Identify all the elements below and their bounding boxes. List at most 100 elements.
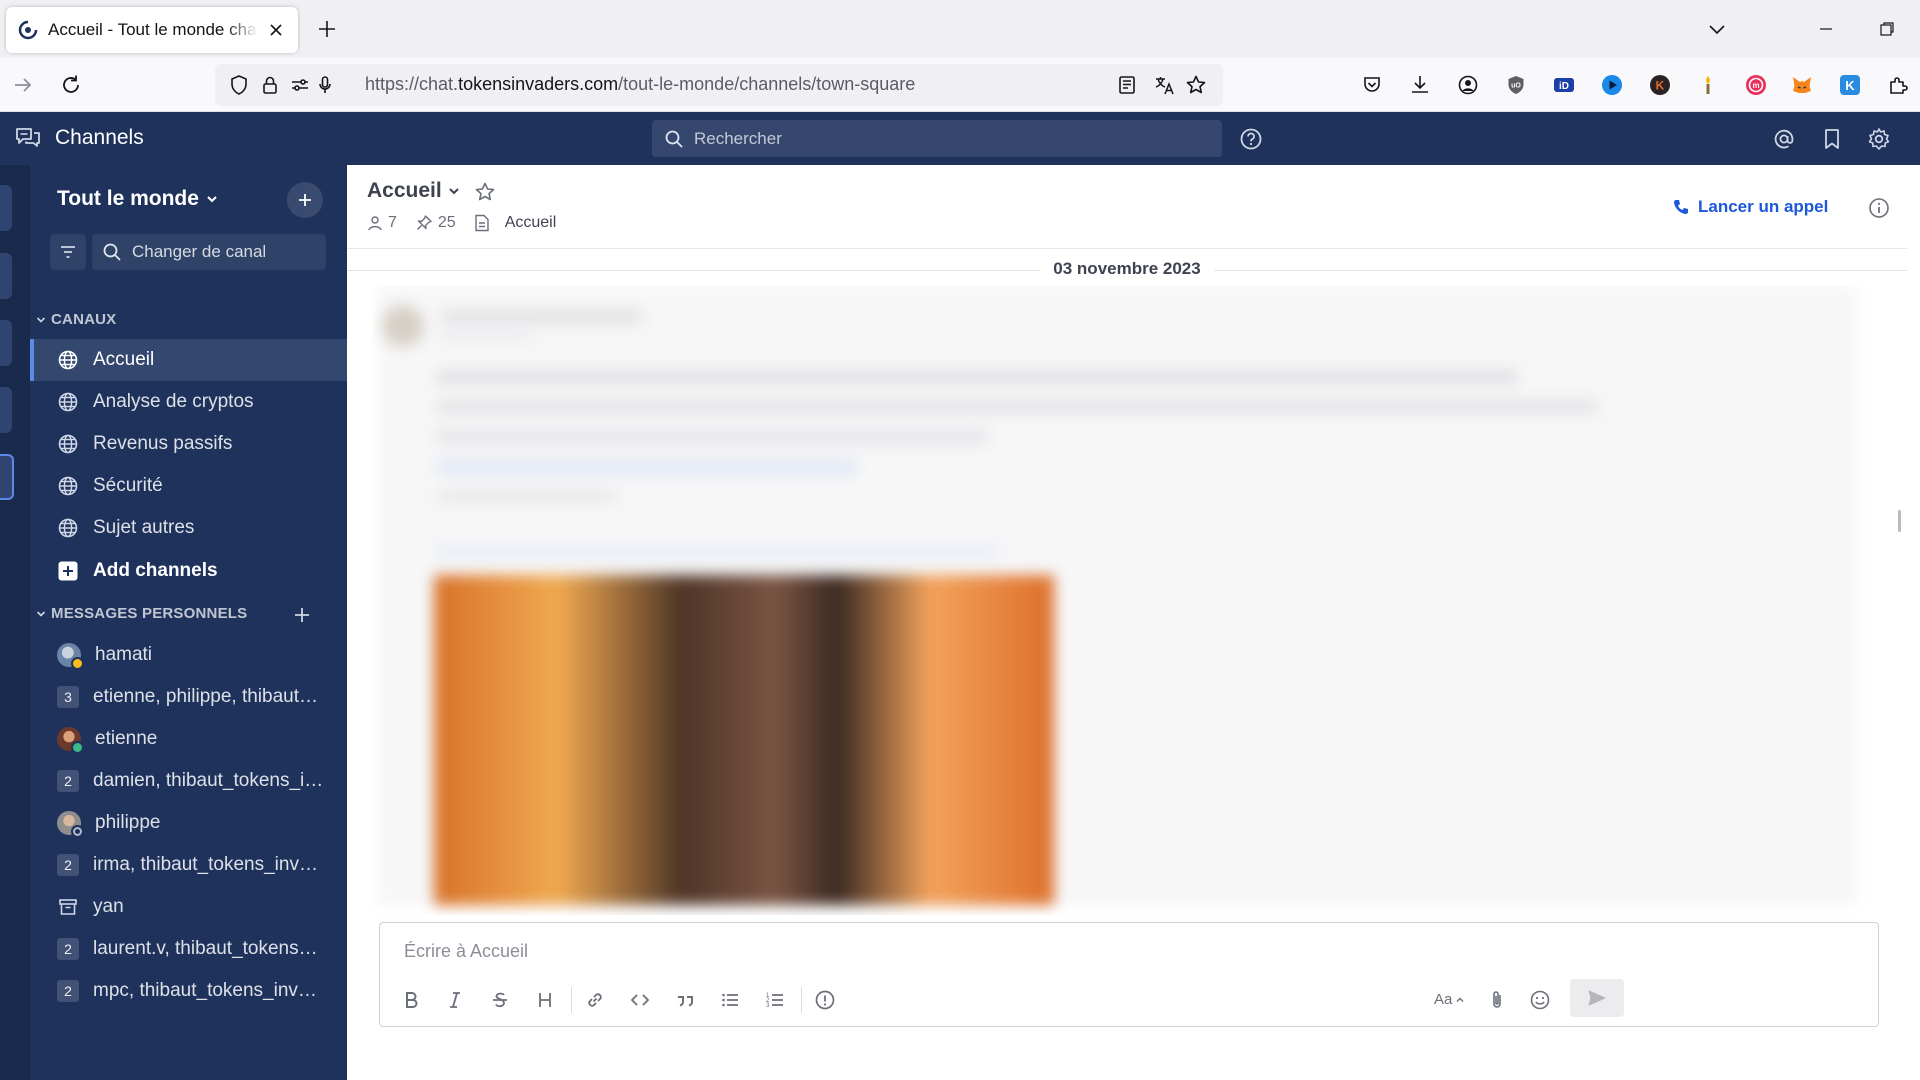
channel-switcher-button[interactable]: Changer de canal: [92, 234, 326, 270]
numbered-list-icon[interactable]: 123: [764, 989, 786, 1011]
app-header: Channels Rechercher: [0, 112, 1920, 165]
add-channel-button[interactable]: [287, 182, 323, 218]
mentions-at-icon[interactable]: [1771, 126, 1797, 152]
chevron-down-icon: [207, 196, 217, 203]
member-count-button[interactable]: 7: [367, 214, 397, 232]
plus-square-icon: [58, 561, 78, 581]
priority-info-icon[interactable]: [814, 989, 836, 1011]
channel-info-icon[interactable]: [1867, 196, 1891, 220]
dm-group-item[interactable]: 2 damien, thibaut_tokens_invaders: [30, 760, 347, 802]
close-tab-icon[interactable]: [266, 20, 286, 40]
channel-title-menu[interactable]: Accueil: [367, 179, 461, 203]
help-icon[interactable]: [1238, 126, 1264, 152]
code-icon[interactable]: [629, 989, 651, 1011]
quote-icon[interactable]: [674, 989, 696, 1011]
send-button[interactable]: [1570, 979, 1624, 1017]
global-search-input[interactable]: Rechercher: [652, 120, 1222, 157]
dm-group-item[interactable]: 2 irma, thibaut_tokens_invaders: [30, 844, 347, 886]
pinned-count-button[interactable]: 25: [415, 214, 456, 232]
lock-icon[interactable]: [258, 73, 282, 97]
dm-item-yan[interactable]: yan: [30, 886, 347, 928]
forward-arrow-icon[interactable]: [11, 73, 35, 97]
scrollbar-thumb[interactable]: [1898, 510, 1901, 532]
url-bar[interactable]: https://chat.tokensinvaders.com/tout-le-…: [215, 64, 1223, 106]
group-member-count-badge: 2: [57, 770, 79, 792]
sidebar-item-revenus-passifs[interactable]: Revenus passifs: [30, 423, 347, 465]
metamask-fox-icon[interactable]: [1790, 73, 1814, 97]
ublock-extension-icon[interactable]: uO: [1504, 73, 1528, 97]
team-tile[interactable]: [0, 387, 12, 433]
product-chat-icon[interactable]: [14, 126, 42, 150]
account-icon[interactable]: [1456, 73, 1480, 97]
globe-icon: [58, 518, 78, 538]
emoji-smiley-icon[interactable]: [1529, 989, 1551, 1011]
team-tile[interactable]: [0, 185, 12, 231]
dm-group-item[interactable]: 2 mpc, thibaut_tokens_invaders: [30, 970, 347, 1012]
channel-switcher-label: Changer de canal: [132, 242, 267, 261]
toolbar-divider: [571, 987, 572, 1013]
microphone-icon[interactable]: [313, 73, 337, 97]
list-tabs-chevron-icon[interactable]: [1705, 17, 1729, 41]
reader-view-icon[interactable]: [1115, 73, 1139, 97]
sidebar-item-securite[interactable]: Sécurité: [30, 465, 347, 507]
add-channels-button[interactable]: Add channels: [30, 550, 347, 592]
unread-filter-button[interactable]: [50, 234, 86, 270]
globe-icon: [58, 434, 78, 454]
link-icon[interactable]: [584, 989, 606, 1011]
sidebar-item-analyse-de-cryptos[interactable]: Analyse de cryptos: [30, 381, 347, 423]
play-extension-icon[interactable]: [1600, 73, 1624, 97]
k-extension-icon[interactable]: K: [1648, 73, 1672, 97]
italic-icon[interactable]: [444, 989, 466, 1011]
attachment-paperclip-icon[interactable]: [1486, 989, 1508, 1011]
strikethrough-icon[interactable]: [489, 989, 511, 1011]
member-icon: [368, 216, 382, 231]
channels-section-header[interactable]: CANAUX: [36, 311, 116, 328]
torch-extension-icon[interactable]: [1696, 73, 1720, 97]
settings-gear-icon[interactable]: [1866, 126, 1892, 152]
tracking-shield-icon[interactable]: [227, 73, 251, 97]
saved-bookmark-icon[interactable]: [1819, 126, 1845, 152]
dm-item-hamati[interactable]: hamati: [30, 634, 347, 676]
channel-files-icon[interactable]: [474, 214, 495, 232]
permissions-icon[interactable]: [288, 73, 312, 97]
k-blue-extension-icon[interactable]: K: [1838, 73, 1862, 97]
sidebar-item-sujet-autres[interactable]: Sujet autres: [30, 507, 347, 549]
avatar: [57, 727, 84, 754]
team-tile[interactable]: [0, 253, 12, 299]
formatting-toggle-button[interactable]: Aa: [1434, 991, 1465, 1008]
reload-icon[interactable]: [59, 73, 83, 97]
extensions-puzzle-icon[interactable]: [1886, 73, 1910, 97]
dm-item-philippe[interactable]: philippe: [30, 802, 347, 844]
browser-tab[interactable]: Accueil - Tout le monde chat.tokensinvad…: [6, 7, 298, 53]
restore-window-icon[interactable]: [1876, 18, 1898, 40]
sidebar-item-accueil[interactable]: Accueil: [30, 339, 347, 381]
pocket-icon[interactable]: [1360, 73, 1384, 97]
product-name[interactable]: Channels: [55, 126, 144, 150]
start-call-button[interactable]: Lancer un appel: [1672, 197, 1828, 217]
downloads-icon[interactable]: [1408, 73, 1432, 97]
team-tile[interactable]: [0, 320, 12, 366]
dm-item-etienne[interactable]: etienne: [30, 718, 347, 760]
heading-icon[interactable]: [534, 989, 556, 1011]
svg-text:3: 3: [766, 1003, 770, 1009]
dm-group-item[interactable]: 2 laurent.v, thibaut_tokens_invaders: [30, 928, 347, 970]
bold-icon[interactable]: [400, 989, 422, 1011]
direct-messages-section-header[interactable]: MESSAGES PERSONNELS: [36, 605, 247, 622]
toolbar-divider: [801, 987, 802, 1013]
m-extension-icon[interactable]: m: [1744, 73, 1768, 97]
chevron-down-icon: [36, 610, 46, 617]
message-input[interactable]: [404, 941, 1404, 962]
new-tab-icon[interactable]: [315, 17, 339, 41]
id-extension-icon[interactable]: iD: [1552, 73, 1576, 97]
add-direct-message-icon[interactable]: [292, 605, 312, 625]
team-tile-active[interactable]: [0, 454, 14, 500]
team-menu-button[interactable]: Tout le monde: [57, 187, 219, 211]
bulleted-list-icon[interactable]: [719, 989, 741, 1011]
bookmark-star-icon[interactable]: [1184, 73, 1208, 97]
favorite-star-icon[interactable]: [473, 180, 497, 204]
dm-group-item[interactable]: 3 etienne, philippe, thibaut_tokens_inva…: [30, 676, 347, 718]
plus-icon: [299, 194, 311, 206]
url-text[interactable]: https://chat.tokensinvaders.com/tout-le-…: [365, 74, 915, 95]
translate-icon[interactable]: [1153, 73, 1177, 97]
minimize-window-icon[interactable]: [1815, 18, 1837, 40]
